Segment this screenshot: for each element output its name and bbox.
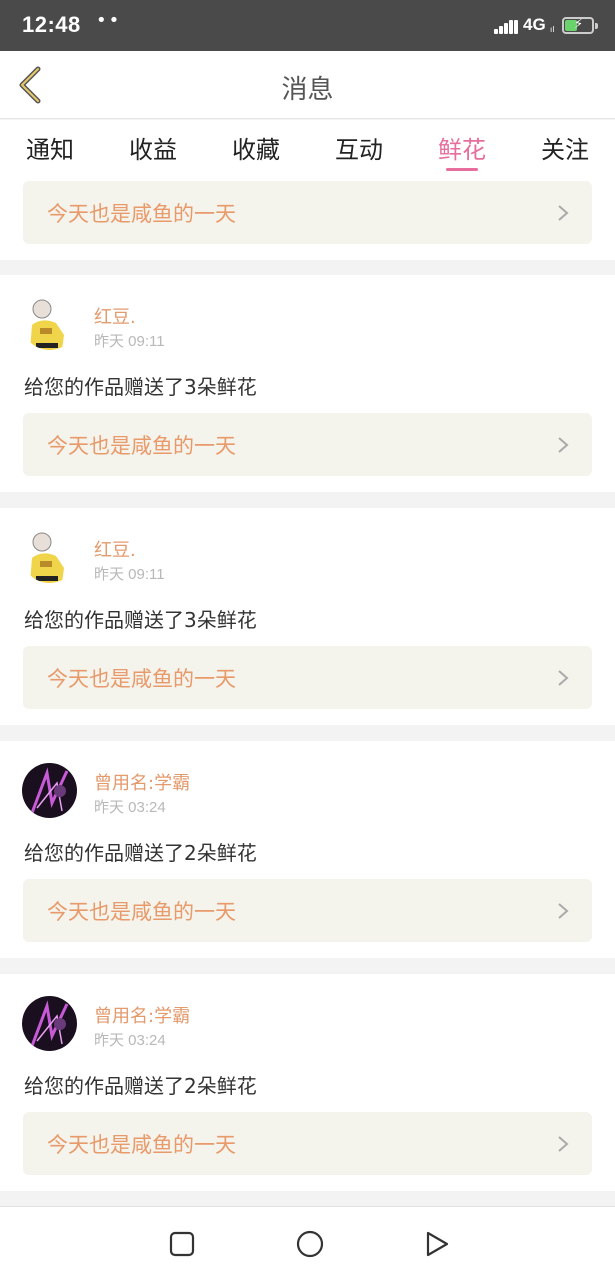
message-text: 给您的作品赠送了3朵鲜花 (24, 375, 257, 399)
work-link[interactable]: 今天也是咸鱼的一天 (23, 1112, 592, 1175)
notification-dots: •• (96, 10, 122, 31)
tab-interaction[interactable]: 互动 (309, 130, 409, 165)
page-title: 消息 (281, 75, 334, 105)
list-item: 红豆. 昨天 09:11 给您的作品赠送了3朵鲜花 今天也是咸鱼的一天 (0, 508, 615, 725)
network-sub: ıl (550, 25, 555, 34)
list-item: 曾用名:学霸 昨天 03:24 给您的作品赠送了2朵鲜花 今天也是咸鱼的一天 (0, 974, 615, 1191)
tab-bar: 通知 收益 收藏 互动 鲜花 关注 (0, 120, 615, 176)
tab-earnings[interactable]: 收益 (103, 130, 203, 165)
message-text: 给您的作品赠送了2朵鲜花 (24, 841, 257, 865)
chevron-right-icon (558, 670, 569, 686)
work-link[interactable]: 今天也是咸鱼的一天 (23, 413, 592, 476)
chevron-right-icon (558, 903, 569, 919)
work-link[interactable]: 今天也是咸鱼的一天 (23, 181, 592, 244)
list-item: 曾用名:学霸 昨天 03:24 给您的作品赠送了2朵鲜花 今天也是咸鱼的一天 (0, 741, 615, 958)
status-time: 12:48 (22, 12, 81, 37)
active-tab-indicator (446, 168, 478, 171)
recent-apps-square-icon[interactable] (167, 1229, 197, 1259)
list-item: 红豆. 昨天 09:11 给您的作品赠送了3朵鲜花 今天也是咸鱼的一天 (0, 275, 615, 492)
tab-flowers[interactable]: 鲜花 (412, 130, 512, 165)
system-nav-bar (0, 1206, 615, 1280)
home-circle-icon[interactable] (295, 1229, 325, 1259)
user-name[interactable]: 红豆. (94, 303, 136, 329)
tab-favorites[interactable]: 收藏 (206, 130, 306, 165)
avatar[interactable] (22, 295, 77, 350)
work-title: 今天也是咸鱼的一天 (47, 202, 236, 226)
user-name[interactable]: 曾用名:学霸 (94, 769, 190, 795)
signal-icon (494, 20, 518, 34)
work-link[interactable]: 今天也是咸鱼的一天 (23, 646, 592, 709)
chevron-right-icon (558, 1136, 569, 1152)
avatar[interactable] (22, 528, 77, 583)
message-text: 给您的作品赠送了3朵鲜花 (24, 608, 257, 632)
chevron-right-icon (558, 437, 569, 453)
status-bar: 12:48 •• 4G ıl ⚡ (0, 0, 615, 51)
work-title: 今天也是咸鱼的一天 (47, 1133, 236, 1157)
network-label: 4G (523, 15, 546, 34)
work-title: 今天也是咸鱼的一天 (47, 667, 236, 691)
avatar[interactable] (22, 996, 77, 1051)
tab-notify[interactable]: 通知 (0, 130, 100, 165)
message-time: 昨天 09:11 (94, 333, 165, 350)
message-time: 昨天 03:24 (94, 1032, 166, 1049)
tab-follow[interactable]: 关注 (515, 130, 615, 165)
work-link[interactable]: 今天也是咸鱼的一天 (23, 879, 592, 942)
user-name[interactable]: 红豆. (94, 536, 136, 562)
user-name[interactable]: 曾用名:学霸 (94, 1002, 190, 1028)
battery-icon: ⚡ (562, 17, 598, 34)
work-title: 今天也是咸鱼的一天 (47, 434, 236, 458)
list-item: 今天也是咸鱼的一天 (0, 176, 615, 260)
message-time: 昨天 03:24 (94, 799, 166, 816)
avatar[interactable] (22, 763, 77, 818)
back-triangle-icon[interactable] (422, 1229, 452, 1259)
message-time: 昨天 09:11 (94, 566, 165, 583)
message-text: 给您的作品赠送了2朵鲜花 (24, 1074, 257, 1098)
header: 消息 (0, 51, 615, 119)
work-title: 今天也是咸鱼的一天 (47, 900, 236, 924)
chevron-right-icon (558, 205, 569, 221)
